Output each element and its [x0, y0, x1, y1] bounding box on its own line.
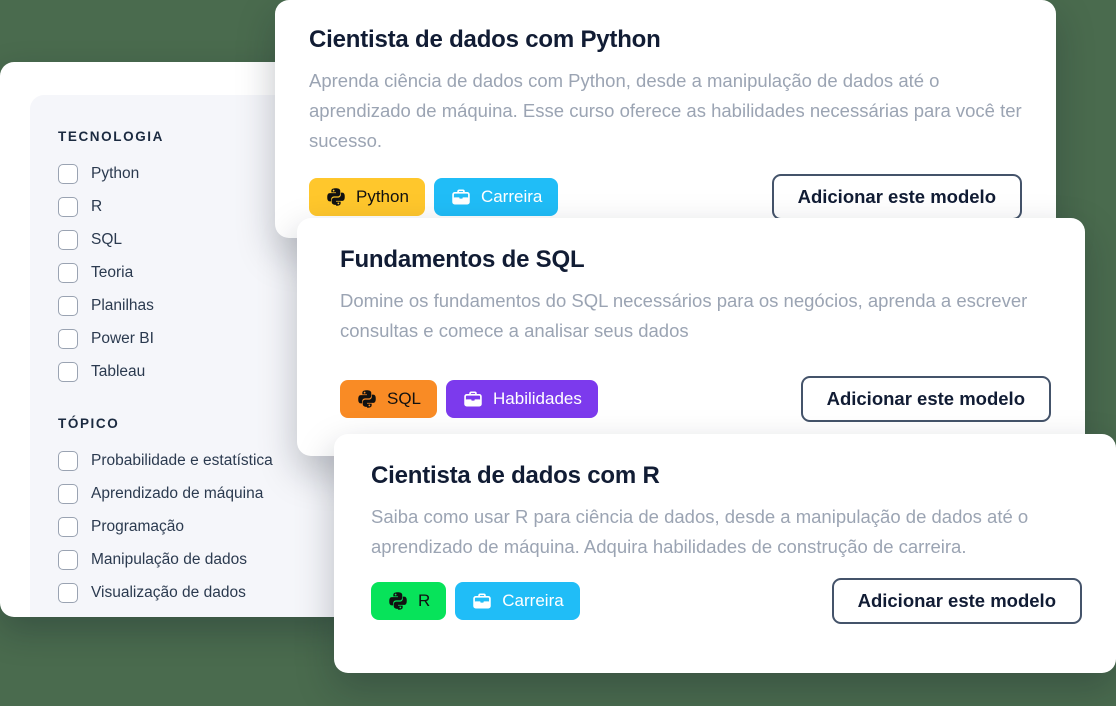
filter-item-label: R — [91, 197, 103, 215]
briefcase-icon — [462, 388, 484, 410]
card-tags: Python Carreira — [309, 177, 559, 216]
checkbox-tableau[interactable] — [58, 361, 78, 382]
filter-item-label: Tableau — [91, 362, 146, 380]
briefcase-icon — [471, 590, 493, 612]
course-card-sql[interactable]: Fundamentos de SQL Domine os fundamentos… — [297, 218, 1085, 456]
card-tags: R Carreira — [371, 581, 580, 620]
tag-label: SQL — [387, 388, 422, 408]
card-description: Saiba como usar R para ciência de dados,… — [371, 506, 1029, 557]
page-root: TECNOLOGIA Python R SQL Teoria Planilhas… — [0, 0, 1116, 706]
tag-label: Python — [356, 186, 409, 206]
filter-item-label: Python — [91, 164, 140, 182]
checkbox-probabilidade-e-estatistica[interactable] — [58, 450, 78, 471]
add-template-button[interactable]: Adicionar este modelo — [771, 173, 1022, 220]
add-template-button[interactable]: Adicionar este modelo — [800, 375, 1051, 422]
card-title: Fundamentos de SQL — [340, 246, 585, 273]
checkbox-power-bi[interactable] — [58, 328, 78, 349]
filter-item-label: Programação — [91, 517, 185, 535]
checkbox-sql[interactable] — [58, 229, 78, 250]
checkbox-aprendizado-de-maquina[interactable] — [58, 483, 78, 504]
tag-label: R — [418, 590, 431, 610]
tag-label: Carreira — [480, 186, 543, 206]
filter-item-visualizacao-de-dados[interactable]: Visualização de dados — [58, 576, 352, 609]
tag-label: Carreira — [502, 590, 564, 610]
filter-item-label: Probabilidade e estatística — [91, 451, 273, 469]
filter-item-label: Aprendizado de máquina — [91, 484, 264, 502]
card-title: Cientista de dados com Python — [309, 26, 661, 53]
tag-sql[interactable]: SQL — [340, 379, 438, 418]
checkbox-python[interactable] — [58, 163, 78, 184]
tag-python[interactable]: Python — [309, 177, 425, 216]
filter-item-programacao[interactable]: Programação — [58, 510, 352, 543]
briefcase-icon — [450, 186, 472, 208]
card-tags: SQL Habilidades — [340, 379, 598, 418]
python-icon — [325, 186, 347, 208]
filter-item-aprendizado-de-maquina[interactable]: Aprendizado de máquina — [58, 477, 352, 510]
card-description: Aprenda ciência de dados com Python, des… — [309, 70, 1022, 151]
course-card-r[interactable]: Cientista de dados com R Saiba como usar… — [334, 434, 1116, 673]
tag-carreira[interactable]: Carreira — [433, 177, 559, 216]
python-icon — [356, 388, 378, 410]
card-footer: Python Carreira Adicionar este modelo — [309, 173, 1022, 220]
card-description: Domine os fundamentos do SQL necessários… — [340, 290, 1028, 341]
course-card-python[interactable]: Cientista de dados com Python Aprenda ci… — [275, 0, 1056, 238]
filter-item-label: Power BI — [91, 329, 154, 347]
card-footer: SQL Habilidades Adicionar este modelo — [340, 375, 1051, 422]
checkbox-planilhas[interactable] — [58, 295, 78, 316]
filter-item-manipulacao-de-dados[interactable]: Manipulação de dados — [58, 543, 352, 576]
filter-item-label: Manipulação de dados — [91, 550, 247, 568]
tag-habilidades[interactable]: Habilidades — [446, 379, 598, 418]
checkbox-teoria[interactable] — [58, 262, 78, 283]
tag-label: Habilidades — [493, 388, 582, 408]
checkbox-visualizacao-de-dados[interactable] — [58, 582, 78, 603]
filter-item-label: Planilhas — [91, 296, 154, 314]
card-title: Cientista de dados com R — [371, 462, 660, 489]
card-footer: R Carreira Adicionar este modelo — [371, 577, 1082, 624]
filter-item-label: Teoria — [91, 263, 134, 281]
tag-carreira[interactable]: Carreira — [455, 581, 580, 620]
add-template-button[interactable]: Adicionar este modelo — [831, 577, 1082, 624]
filter-item-label: SQL — [91, 230, 123, 248]
checkbox-programacao[interactable] — [58, 516, 78, 537]
checkbox-manipulacao-de-dados[interactable] — [58, 549, 78, 570]
checkbox-r[interactable] — [58, 196, 78, 217]
tag-r[interactable]: R — [371, 581, 447, 620]
python-icon — [387, 590, 409, 612]
filter-item-label: Visualização de dados — [91, 583, 246, 601]
